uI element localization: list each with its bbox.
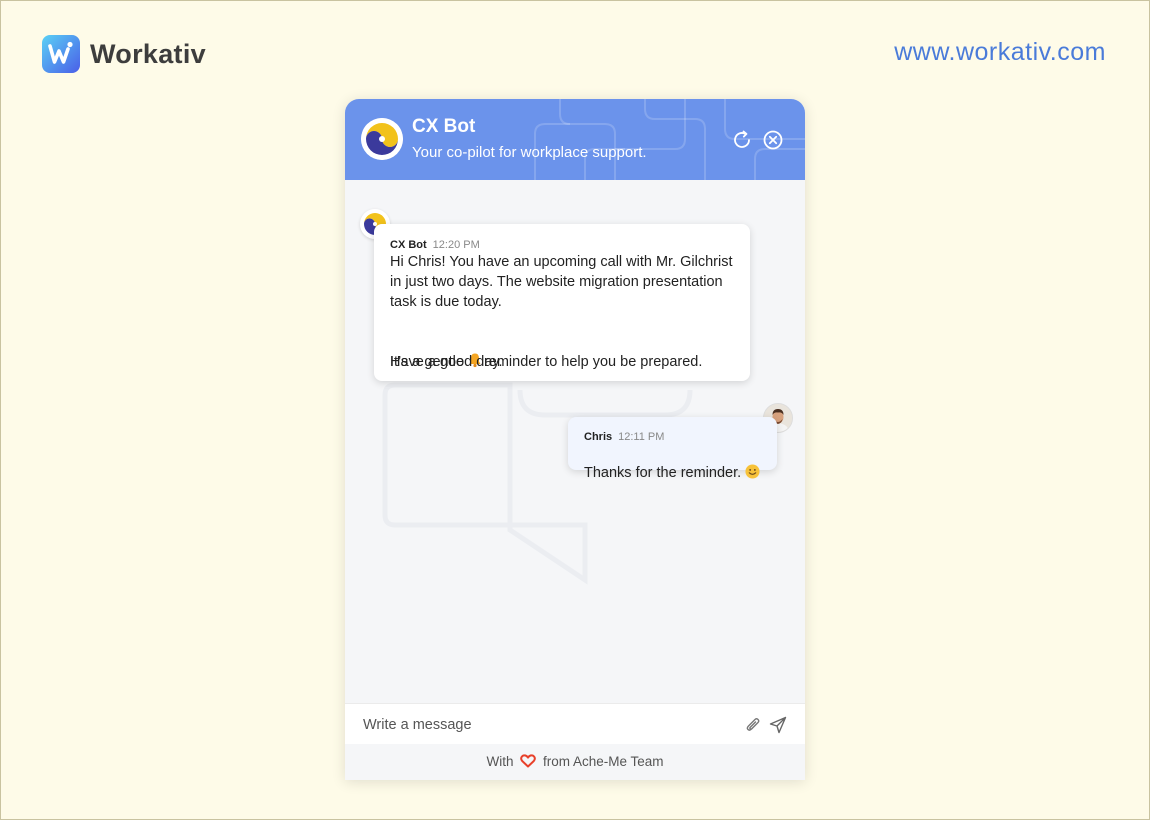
bot-name: CX Bot	[412, 116, 476, 137]
widget-footer: With from Ache-Me Team	[345, 744, 805, 780]
bot-message-time: 12:20 PM	[432, 239, 480, 251]
footer-prefix: With	[486, 754, 514, 769]
website-url[interactable]: www.workativ.com	[894, 38, 1106, 67]
message-input[interactable]	[361, 713, 725, 737]
bot-message-line: in just two days. The website migration …	[390, 274, 723, 290]
bot-message-line: Have a good day.	[390, 354, 503, 370]
bot-message-sender: CX Bot	[390, 239, 427, 251]
message-composer	[345, 703, 805, 745]
smiley-emoji-icon	[745, 464, 760, 479]
heart-icon	[520, 754, 537, 768]
user-message-sender: Chris	[584, 431, 613, 443]
refresh-icon[interactable]	[731, 129, 753, 151]
send-icon[interactable]	[768, 715, 788, 735]
user-message-time: 12:11 PM	[618, 431, 665, 443]
bot-message-text: reminder to help you be prepared.	[483, 354, 703, 370]
bot-message-bubble: CX Bot 12:20 PM Hi Chris! You have an upc…	[374, 224, 750, 381]
chat-widget: CX Bot Your co-pilot for workplace suppo…	[345, 99, 805, 780]
bot-message-line: task is due today.	[390, 294, 502, 310]
workativ-logo-icon	[42, 35, 80, 73]
user-message-text: Thanks for the reminder.	[584, 465, 746, 481]
chat-header: CX Bot Your co-pilot for workplace suppo…	[345, 99, 805, 180]
brand-name: Workativ	[90, 38, 206, 69]
workativ-brand: Workativ	[42, 35, 206, 73]
close-circle-icon[interactable]	[762, 129, 784, 151]
paperclip-icon[interactable]	[743, 715, 763, 735]
bot-tagline: Your co-pilot for workplace support.	[412, 144, 647, 161]
user-message-bubble: Chris 12:11 PM Thanks for the reminder.	[568, 417, 777, 481]
footer-suffix: from Ache-Me Team	[542, 754, 664, 769]
cx-bot-logo-icon	[361, 118, 403, 160]
bot-message-line: Hi Chris! You have an upcoming call with…	[390, 254, 733, 270]
user-message-line: Thanks for the reminder.	[584, 443, 760, 483]
